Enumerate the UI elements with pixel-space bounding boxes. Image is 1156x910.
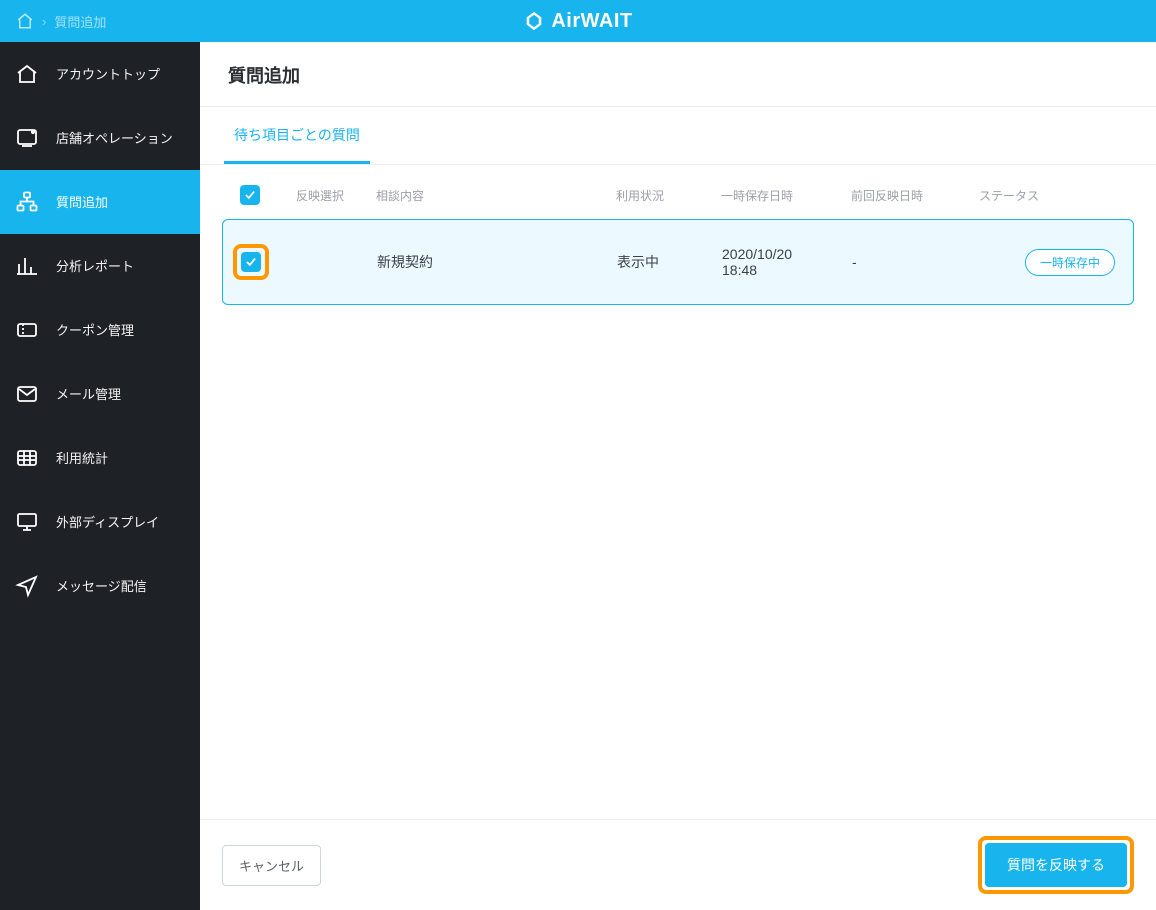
column-header-status: ステータス <box>979 187 1116 204</box>
breadcrumb: › 質問追加 <box>0 12 106 31</box>
chevron-right-icon: › <box>42 14 46 29</box>
sidebar-item-store-operation[interactable]: 店舗オペレーション <box>0 106 200 170</box>
sidebar: アカウントトップ 店舗オペレーション 質問追加 分析レポート クーポン管理 <box>0 42 200 910</box>
sidebar-item-analytics-report[interactable]: 分析レポート <box>0 234 200 298</box>
sidebar-item-external-display[interactable]: 外部ディスプレイ <box>0 490 200 554</box>
column-header-select: 反映選択 <box>296 187 376 204</box>
cancel-button[interactable]: キャンセル <box>222 845 321 886</box>
sidebar-item-label: アカウントトップ <box>56 64 160 83</box>
sidebar-item-message-delivery[interactable]: メッセージ配信 <box>0 554 200 618</box>
tab-wait-item-questions[interactable]: 待ち項目ごとの質問 <box>224 107 370 164</box>
sidebar-item-question-add[interactable]: 質問追加 <box>0 170 200 234</box>
select-all-checkbox[interactable] <box>240 185 260 205</box>
row-saved-at: 2020/10/20 18:48 <box>722 246 852 278</box>
reflect-questions-button[interactable]: 質問を反映する <box>985 843 1127 887</box>
footer: キャンセル 質問を反映する <box>200 819 1156 910</box>
grid-icon <box>14 445 40 471</box>
sidebar-item-coupon-management[interactable]: クーポン管理 <box>0 298 200 362</box>
sidebar-item-account-top[interactable]: アカウントトップ <box>0 42 200 106</box>
sidebar-item-label: 店舗オペレーション <box>56 128 173 147</box>
store-ops-icon <box>14 125 40 151</box>
home-icon <box>14 61 40 87</box>
bar-chart-icon <box>14 253 40 279</box>
table-row[interactable]: 新規契約 表示中 2020/10/20 18:48 - 一時保存中 <box>222 219 1134 305</box>
brand-name: AirWAIT <box>551 10 632 33</box>
column-header-usage: 利用状況 <box>616 187 721 204</box>
sidebar-item-label: メール管理 <box>56 384 121 403</box>
monitor-icon <box>14 509 40 535</box>
highlight-ring: 質問を反映する <box>978 836 1134 894</box>
status-badge: 一時保存中 <box>1025 249 1115 276</box>
topbar: › 質問追加 AirWAIT <box>0 0 1156 42</box>
mail-icon <box>14 381 40 407</box>
row-prev-reflected: - <box>852 254 980 270</box>
sitemap-icon <box>14 189 40 215</box>
brand-logo: AirWAIT <box>0 0 1156 42</box>
sidebar-item-label: 外部ディスプレイ <box>56 512 159 531</box>
main: 質問追加 待ち項目ごとの質問 反映選択 相談内容 利用状況 一時保存日時 前回反… <box>200 42 1156 910</box>
sidebar-item-label: クーポン管理 <box>56 320 134 339</box>
content: 反映選択 相談内容 利用状況 一時保存日時 前回反映日時 ステータス 新規契約 … <box>200 165 1156 819</box>
send-icon <box>14 573 40 599</box>
column-header-saved-at: 一時保存日時 <box>721 187 851 204</box>
row-content: 新規契約 <box>377 252 617 272</box>
sidebar-item-label: 質問追加 <box>56 192 108 211</box>
sidebar-item-label: 利用統計 <box>56 448 108 467</box>
column-header-content: 相談内容 <box>376 187 616 204</box>
table-header: 反映選択 相談内容 利用状況 一時保存日時 前回反映日時 ステータス <box>222 185 1134 219</box>
breadcrumb-current: 質問追加 <box>54 12 106 31</box>
row-checkbox[interactable] <box>241 252 261 272</box>
tabs: 待ち項目ごとの質問 <box>200 107 1156 165</box>
sidebar-item-label: 分析レポート <box>56 256 134 275</box>
sidebar-item-mail-management[interactable]: メール管理 <box>0 362 200 426</box>
sidebar-item-usage-stats[interactable]: 利用統計 <box>0 426 200 490</box>
home-icon[interactable] <box>16 12 34 30</box>
page-title: 質問追加 <box>200 42 1156 107</box>
column-header-prev-reflected: 前回反映日時 <box>851 187 979 204</box>
row-usage: 表示中 <box>617 252 722 272</box>
sidebar-item-label: メッセージ配信 <box>56 576 147 595</box>
ticket-icon <box>14 317 40 343</box>
